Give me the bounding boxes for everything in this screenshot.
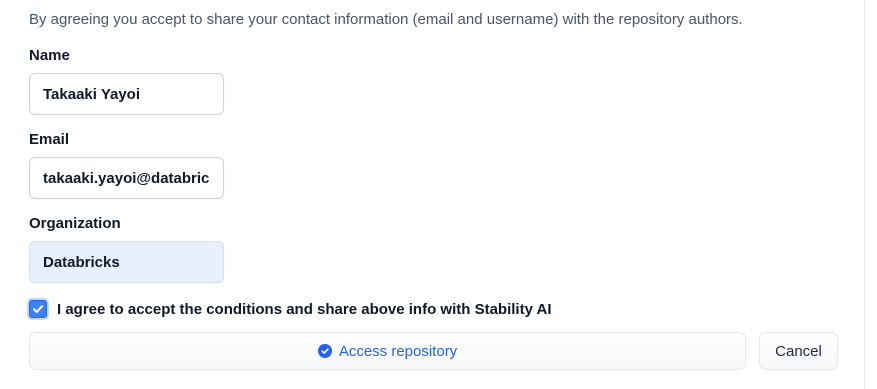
- email-label: Email: [29, 131, 70, 148]
- access-repository-label: Access repository: [338, 342, 458, 360]
- cancel-button[interactable]: Cancel: [759, 332, 838, 370]
- checkmark-icon: [33, 305, 43, 313]
- organization-label: Organization: [29, 215, 121, 232]
- agree-row: I agree to accept the conditions and sha…: [29, 299, 552, 319]
- email-input[interactable]: [29, 157, 224, 199]
- name-label: Name: [29, 47, 70, 64]
- access-form-panel: By agreeing you accept to share your con…: [0, 0, 865, 389]
- access-repository-button[interactable]: Access repository: [29, 332, 746, 370]
- name-input[interactable]: [29, 73, 224, 115]
- agree-checkbox[interactable]: [29, 300, 47, 318]
- agree-label[interactable]: I agree to accept the conditions and sha…: [57, 301, 552, 318]
- sharing-notice: By agreeing you accept to share your con…: [29, 11, 743, 28]
- organization-input[interactable]: [29, 241, 224, 283]
- check-circle-icon: [317, 344, 332, 358]
